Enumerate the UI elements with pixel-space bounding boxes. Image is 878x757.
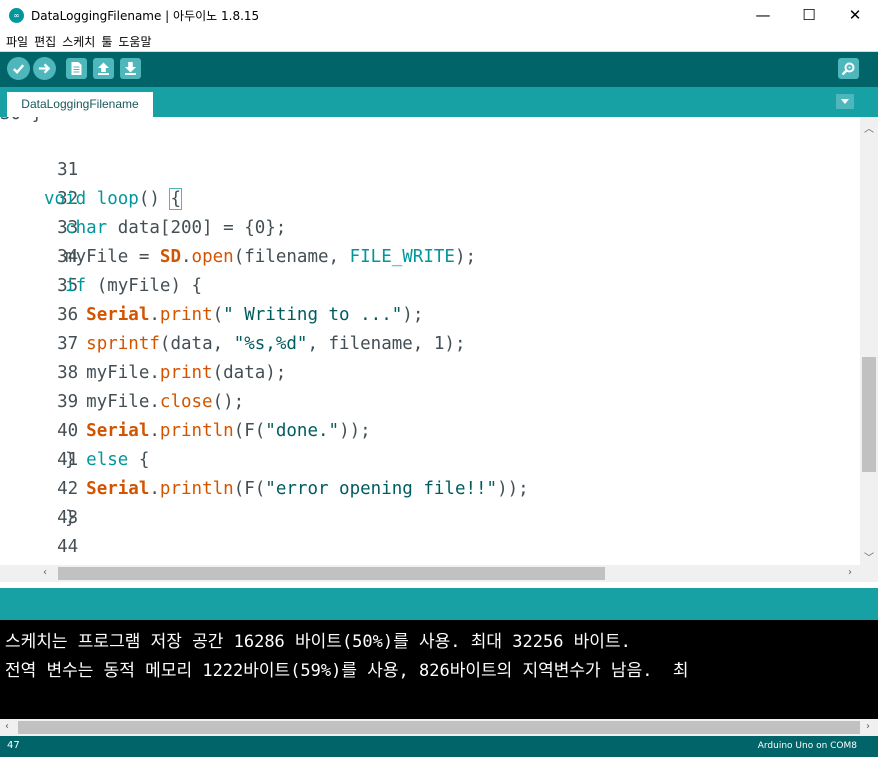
code-text: Serial.println(F("error opening file!!")… [86, 479, 529, 499]
code-line: 45 [0, 533, 78, 562]
code-editor[interactable]: 30 } 31 32 33 void loop() { 34 char data… [0, 117, 860, 565]
code-line: 40 myFile.close(); [0, 388, 244, 441]
save-sketch-button[interactable] [120, 58, 141, 79]
code-line: 35 myFile = SD.open(filename, FILE_WRITE… [0, 243, 476, 296]
editor-horizontal-scrollbar[interactable]: ‹ › [0, 565, 878, 582]
code-text: sprintf(data, "%s,%d", filename, 1); [86, 334, 466, 354]
code-line: 39 myFile.print(data); [0, 359, 286, 412]
code-text: myFile.print(data); [44, 363, 287, 383]
board-port-status: Arduino Uno on COM8 [757, 741, 857, 751]
scroll-down-icon[interactable]: ﹀ [864, 549, 874, 564]
save-download-icon [125, 62, 136, 75]
magnifier-icon [841, 62, 855, 76]
new-sketch-button[interactable] [66, 58, 87, 79]
title-bar: ∞ DataLoggingFilename | 아두이노 1.8.15 — ☐ … [0, 0, 878, 31]
code-line: 31 [0, 127, 78, 180]
scroll-right-icon[interactable]: › [848, 567, 852, 578]
code-line: 36 if (myFile) { [0, 272, 202, 325]
code-text: myFile.close(); [44, 392, 245, 412]
window-title: DataLoggingFilename | 아두이노 1.8.15 [31, 9, 260, 23]
scrollbar-thumb[interactable] [862, 357, 876, 472]
code-line: 41 Serial.println(F("done.")); [0, 417, 371, 470]
code-line: 42 } else { [0, 446, 149, 499]
check-icon [12, 64, 25, 75]
code-line: 38 sprintf(data, "%s,%d", filename, 1); [0, 330, 465, 383]
scrollbar-thumb[interactable] [18, 721, 860, 734]
scroll-up-icon[interactable]: ︿ [864, 120, 874, 135]
serial-monitor-button[interactable] [838, 58, 859, 79]
editor-vertical-scrollbar[interactable]: ︿ ﹀ [860, 117, 878, 565]
tab-dataloggingfilename[interactable]: DataLoggingFilename [7, 92, 153, 117]
code-text: } else { [44, 450, 150, 470]
chevron-down-icon [841, 99, 849, 104]
code-text: myFile = SD.open(filename, FILE_WRITE); [44, 247, 477, 267]
console-header [0, 588, 878, 620]
menu-bar: 파일 편집 스케치 툴 도움말 [0, 31, 878, 52]
open-upload-icon [98, 62, 109, 75]
minimize-button[interactable]: — [740, 0, 786, 31]
new-file-icon [71, 62, 82, 75]
console-output: 스케치는 프로그램 저장 공간 16286 바이트(50%)를 사용. 최대 3… [0, 620, 878, 719]
code-text: if (myFile) { [65, 276, 203, 296]
maximize-button[interactable]: ☐ [786, 0, 832, 31]
code-line: 33 void loop() { [0, 185, 182, 238]
open-sketch-button[interactable] [93, 58, 114, 79]
menu-sketch[interactable]: 스케치 [59, 32, 98, 52]
menu-file[interactable]: 파일 [3, 32, 31, 52]
code-text: Serial.print(" Writing to ..."); [86, 305, 424, 325]
upload-button[interactable] [33, 57, 56, 80]
scroll-right-icon[interactable]: › [866, 721, 870, 732]
code-text: void loop() { [44, 188, 182, 210]
arduino-logo-icon: ∞ [9, 8, 24, 23]
scrollbar-thumb[interactable] [58, 567, 605, 580]
menu-edit[interactable]: 편집 [31, 32, 59, 52]
toolbar [0, 52, 878, 87]
code-line: 44 } [0, 504, 78, 557]
tabs-bar: DataLoggingFilename [0, 87, 878, 117]
menu-help[interactable]: 도움말 [115, 32, 154, 52]
close-button[interactable]: ✕ [832, 0, 878, 31]
arrow-right-icon [38, 63, 51, 74]
scroll-left-icon[interactable]: ‹ [5, 721, 9, 732]
code-text: char data[200] = {0}; [65, 218, 287, 238]
console-horizontal-scrollbar[interactable]: ‹ › [0, 719, 878, 736]
scroll-left-icon[interactable]: ‹ [43, 567, 47, 578]
tab-menu-button[interactable] [836, 94, 854, 109]
code-line: 37 Serial.print(" Writing to ..."); [0, 301, 423, 354]
status-bar: 47 Arduino Uno on COM8 [0, 736, 878, 757]
code-text: } [44, 508, 76, 528]
code-line: 34 char data[200] = {0}; [0, 214, 286, 267]
code-line: 43 Serial.println(F("error opening file!… [0, 475, 529, 528]
menu-tools[interactable]: 툴 [98, 32, 115, 52]
console-line: 스케치는 프로그램 저장 공간 16286 바이트(50%)를 사용. 최대 3… [5, 632, 631, 652]
console-line: 전역 변수는 동적 메모리 1222바이트(59%)를 사용, 826바이트의 … [5, 661, 689, 681]
code-text: Serial.println(F("done.")); [86, 421, 371, 441]
cursor-line-number: 47 [7, 740, 20, 751]
verify-button[interactable] [7, 57, 30, 80]
code-line: 32 [0, 156, 78, 209]
